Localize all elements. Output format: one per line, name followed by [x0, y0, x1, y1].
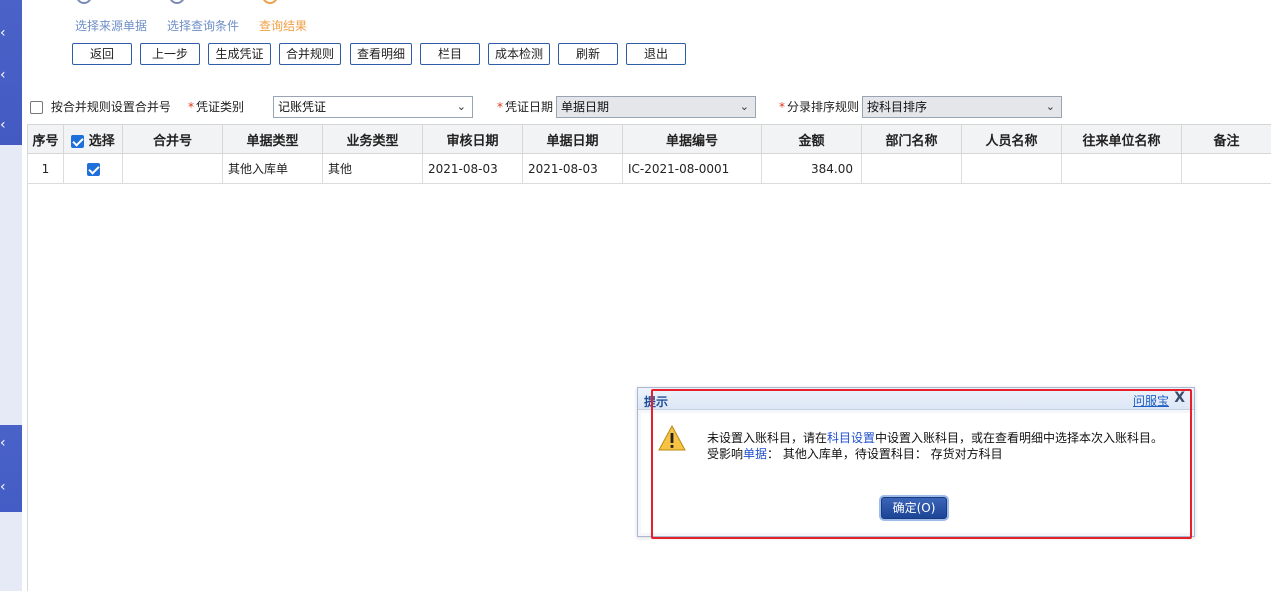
col-header-doc-date[interactable]: 单据日期 [522, 124, 623, 154]
cell-doc-date[interactable]: 2021-08-03 [522, 153, 623, 184]
content-divider [27, 183, 28, 591]
col-header-remark[interactable]: 备注 [1181, 124, 1271, 154]
cell-doc-type[interactable]: 其他入库单 [222, 153, 323, 184]
generate-voucher-button[interactable]: 生成凭证 [208, 43, 271, 65]
col-header-audit-date[interactable]: 审核日期 [422, 124, 523, 154]
sort-rule-label: * 分录排序规则 [779, 100, 860, 114]
chevron-left-icon[interactable]: ‹ [0, 68, 14, 82]
cell-audit-date[interactable]: 2021-08-03 [422, 153, 523, 184]
chevron-left-icon[interactable]: ‹ [0, 118, 14, 132]
cell-amount[interactable]: 384.00 [761, 153, 862, 184]
cell-seq: 1 [27, 153, 64, 184]
chevron-down-icon: ⌄ [456, 100, 466, 113]
row-select-checkbox[interactable] [86, 162, 100, 176]
cell-select[interactable] [63, 153, 123, 184]
result-table: 序号 选择 合并号 单据类型 业务类型 审核日期 单据日期 单据编号 金额 部门… [27, 124, 1271, 184]
refresh-button[interactable]: 刷新 [558, 43, 618, 65]
voucher-date-select[interactable]: 单据日期 ⌄ [556, 96, 756, 118]
view-detail-button[interactable]: 查看明细 [350, 43, 412, 65]
cell-remark[interactable] [1181, 153, 1271, 184]
col-header-biz-type[interactable]: 业务类型 [322, 124, 423, 154]
chevron-down-icon: ⌄ [739, 100, 749, 113]
step-select-source[interactable]: 选择来源单据 [75, 17, 147, 34]
highlight-annotation-box [651, 389, 1192, 539]
exit-button[interactable]: 退出 [626, 43, 686, 65]
merge-by-rule-label: 按合并规则设置合并号 [50, 100, 171, 114]
select-all-checkbox[interactable] [71, 134, 85, 148]
col-header-amount[interactable]: 金额 [761, 124, 862, 154]
nav-panel-light [0, 145, 22, 425]
col-header-select[interactable]: 选择 [63, 124, 123, 154]
cost-check-button[interactable]: 成本检测 [488, 43, 550, 65]
cell-merge-no[interactable] [122, 153, 223, 184]
prev-step-button[interactable]: 上一步 [140, 43, 200, 65]
step-circle-1 [76, 0, 92, 4]
voucher-date-label: * 凭证日期 [497, 100, 554, 114]
merge-by-rule-option[interactable]: 按合并规则设置合并号 [30, 96, 171, 118]
chevron-left-icon[interactable]: ‹ [0, 436, 14, 450]
col-header-person[interactable]: 人员名称 [961, 124, 1062, 154]
voucher-type-label: * 凭证类别 [188, 100, 245, 114]
col-header-doc-no[interactable]: 单据编号 [622, 124, 762, 154]
col-header-partner[interactable]: 往来单位名称 [1061, 124, 1182, 154]
back-button[interactable]: 返回 [72, 43, 132, 65]
step-query-result[interactable]: 查询结果 [259, 17, 307, 34]
chevron-left-icon[interactable]: ‹ [0, 480, 14, 494]
cell-biz-type[interactable]: 其他 [322, 153, 423, 184]
chevron-down-icon: ⌄ [1045, 100, 1055, 113]
cell-dept[interactable] [861, 153, 962, 184]
merge-rule-button[interactable]: 合并规则 [279, 43, 341, 65]
left-nav-strip: ‹ ‹ ‹ ‹ ‹ [0, 0, 22, 591]
col-header-doc-type[interactable]: 单据类型 [222, 124, 323, 154]
table-row[interactable]: 1 其他入库单 其他 2021-08-03 2021-08-03 IC-2021… [27, 153, 1271, 184]
col-header-merge-no[interactable]: 合并号 [122, 124, 223, 154]
chevron-left-icon[interactable]: ‹ [0, 26, 14, 40]
sort-rule-select[interactable]: 按科目排序 ⌄ [862, 96, 1062, 118]
nav-panel-light [0, 512, 22, 591]
col-header-dept[interactable]: 部门名称 [861, 124, 962, 154]
voucher-type-select[interactable]: 记账凭证 ⌄ [273, 96, 473, 118]
step-circle-2 [169, 0, 185, 4]
table-header-row: 序号 选择 合并号 单据类型 业务类型 审核日期 单据日期 单据编号 金额 部门… [27, 124, 1271, 154]
merge-by-rule-checkbox[interactable] [30, 101, 43, 114]
step-circle-3 [262, 0, 278, 4]
step-select-condition[interactable]: 选择查询条件 [167, 17, 239, 34]
col-header-seq[interactable]: 序号 [27, 124, 64, 154]
cell-person[interactable] [961, 153, 1062, 184]
columns-button[interactable]: 栏目 [420, 43, 480, 65]
cell-doc-no[interactable]: IC-2021-08-0001 [622, 153, 762, 184]
cell-partner[interactable] [1061, 153, 1182, 184]
